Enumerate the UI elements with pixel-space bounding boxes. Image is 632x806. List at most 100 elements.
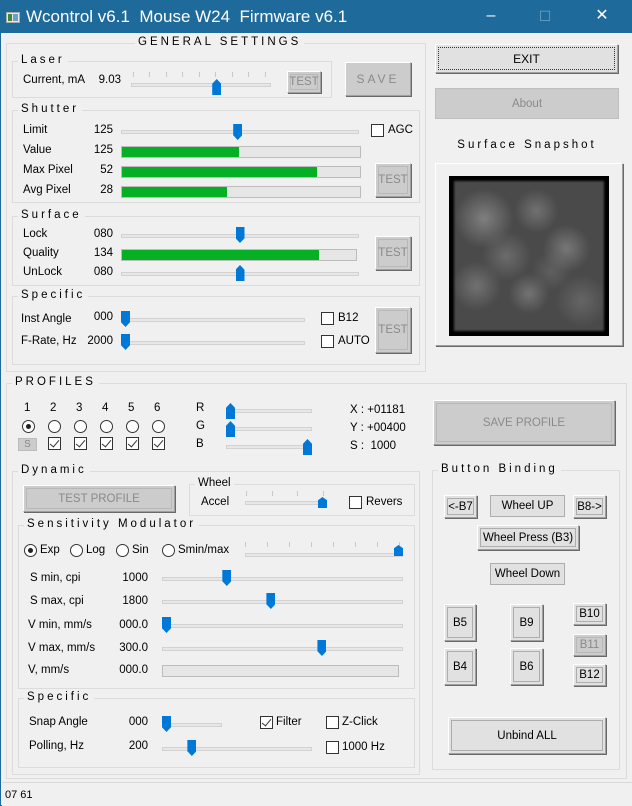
b7-button[interactable]: <-B7 <box>444 495 477 518</box>
profile-radio-4[interactable] <box>100 420 113 433</box>
unbind-all-button[interactable]: Unbind ALL <box>448 717 606 754</box>
mode-radio-exp[interactable] <box>24 544 37 557</box>
zclick-checkbox[interactable] <box>326 716 339 729</box>
mode-label: Exp <box>40 544 60 556</box>
frate-slider-thumb[interactable] <box>121 334 130 350</box>
sensitivity-row-slider[interactable] <box>162 647 403 651</box>
client-area: GENERAL SETTINGS Laser Current, mA 9.03 … <box>2 33 632 806</box>
laser-current-slider-thumb[interactable] <box>212 79 222 95</box>
test-profile-button[interactable]: TEST PROFILE <box>23 485 175 512</box>
app-window: Wcontrol v6.1 Mouse W24 Firmware v6.1 – … <box>0 0 632 806</box>
wheel-group: Wheel Accel Revers <box>189 477 415 516</box>
b12-checkbox[interactable] <box>321 312 334 325</box>
profile-radio-6[interactable] <box>152 420 165 433</box>
g-label: G <box>196 420 205 432</box>
profile-checkbox-4[interactable] <box>100 437 113 450</box>
close-button[interactable]: ✕ <box>587 5 617 27</box>
shutter-test-button[interactable]: TEST <box>375 163 411 197</box>
b6-button[interactable]: B6 <box>510 648 543 685</box>
wheel-down-button[interactable]: Wheel Down <box>490 563 565 585</box>
minimize-button[interactable]: – <box>476 5 506 27</box>
b5-button[interactable]: B5 <box>444 604 476 641</box>
max-pixel-label: Max Pixel <box>23 164 73 176</box>
mode-radio-sin[interactable] <box>116 544 129 557</box>
wheel-up-button[interactable]: Wheel UP <box>490 495 565 517</box>
inst-angle-slider[interactable] <box>121 318 305 322</box>
wheel-press-button[interactable]: Wheel Press (B3) <box>477 525 579 550</box>
sensitivity-row-label: V min, mm/s <box>28 619 92 631</box>
sensitivity-row-slider[interactable] <box>162 624 403 628</box>
laser-test-button[interactable]: TEST <box>287 71 321 93</box>
auto-checkbox[interactable] <box>321 335 334 348</box>
accel-slider[interactable] <box>245 501 327 505</box>
inst-angle-slider-thumb[interactable] <box>121 311 130 327</box>
quality-value: 134 <box>93 247 113 259</box>
shutter-group: Shutter Limit 125 AGC Value 125 Max Pixe… <box>12 103 420 203</box>
filter-checkbox[interactable] <box>260 716 273 729</box>
profile-checkbox-5[interactable] <box>126 437 139 450</box>
b-slider[interactable] <box>226 445 312 449</box>
laser-current-label: Current, mA <box>23 74 85 86</box>
sensitivity-row-slider[interactable] <box>162 577 403 581</box>
x-readout: X : +01181 <box>350 404 406 416</box>
maximize-button[interactable]: ☐ <box>530 5 560 27</box>
quality-label: Quality <box>23 247 59 259</box>
sensitivity-row-slider[interactable] <box>162 600 403 604</box>
polling-slider[interactable] <box>162 747 312 751</box>
agc-checkbox[interactable] <box>371 124 384 137</box>
r-slider[interactable] <box>226 409 312 413</box>
surface-test-button[interactable]: TEST <box>375 236 411 270</box>
about-button[interactable]: About <box>435 88 619 119</box>
mode-slider[interactable] <box>245 553 403 557</box>
mode-radio-sminmax[interactable] <box>162 544 175 557</box>
save-button[interactable]: SAVE <box>345 62 411 96</box>
laser-current-slider[interactable] <box>131 83 271 87</box>
b8-button[interactable]: B8-> <box>573 495 606 518</box>
snap-angle-slider[interactable] <box>162 723 222 727</box>
b11-button[interactable]: B11 <box>573 634 606 656</box>
mode-label: Log <box>86 544 106 556</box>
profile-checkbox-6[interactable] <box>152 437 165 450</box>
avg-pixel-bar-fill <box>122 187 227 197</box>
accel-slider-thumb[interactable] <box>318 497 327 508</box>
frate-label: F-Rate, Hz <box>21 335 77 347</box>
exit-button[interactable]: EXIT <box>435 44 618 73</box>
profile-checkbox-3[interactable] <box>74 437 87 450</box>
hz1000-label: 1000 Hz <box>342 741 385 753</box>
surface-title: Surface <box>18 209 85 221</box>
b4-button[interactable]: B4 <box>444 648 476 685</box>
hz1000-checkbox[interactable] <box>326 741 339 754</box>
b10-button[interactable]: B10 <box>573 603 606 625</box>
title-bar: Wcontrol v6.1 Mouse W24 Firmware v6.1 – … <box>1 1 632 33</box>
zclick-label: Z-Click <box>342 716 378 728</box>
shutter-value-label: Value <box>23 144 52 156</box>
profile-number-1: 1 <box>24 402 31 414</box>
unlock-slider-thumb[interactable] <box>235 265 245 281</box>
laser-slider-ticks <box>133 72 269 78</box>
save-profile-button[interactable]: SAVE PROFILE <box>433 400 615 445</box>
b-label: B <box>196 438 204 450</box>
profile-radio-5[interactable] <box>126 420 139 433</box>
r-label: R <box>196 402 205 414</box>
revers-label: Revers <box>366 496 403 508</box>
mode-label: Sin <box>132 544 149 556</box>
profile-radio-2[interactable] <box>48 420 61 433</box>
profile-radio-3[interactable] <box>74 420 87 433</box>
profiles-title: PROFILES <box>12 376 99 388</box>
profile-s-button[interactable]: S <box>18 438 37 451</box>
profile-checkbox-2[interactable] <box>48 437 61 450</box>
profile-radio-1[interactable] <box>22 420 35 433</box>
polling-value: 200 <box>128 740 148 752</box>
y-readout: Y : +00400 <box>350 422 406 434</box>
shutter-limit-slider-thumb[interactable] <box>233 124 243 140</box>
specific-test-button[interactable]: TEST <box>375 307 411 353</box>
g-slider[interactable] <box>226 427 312 431</box>
revers-checkbox[interactable] <box>349 496 362 509</box>
mode-radio-log[interactable] <box>70 544 83 557</box>
s-readout: S : 1000 <box>350 440 397 452</box>
lock-slider-thumb[interactable] <box>235 227 245 243</box>
snap-angle-value: 000 <box>128 716 148 728</box>
frate-slider[interactable] <box>121 341 305 345</box>
b12-button[interactable]: B12 <box>573 664 606 686</box>
b9-button[interactable]: B9 <box>510 604 543 641</box>
